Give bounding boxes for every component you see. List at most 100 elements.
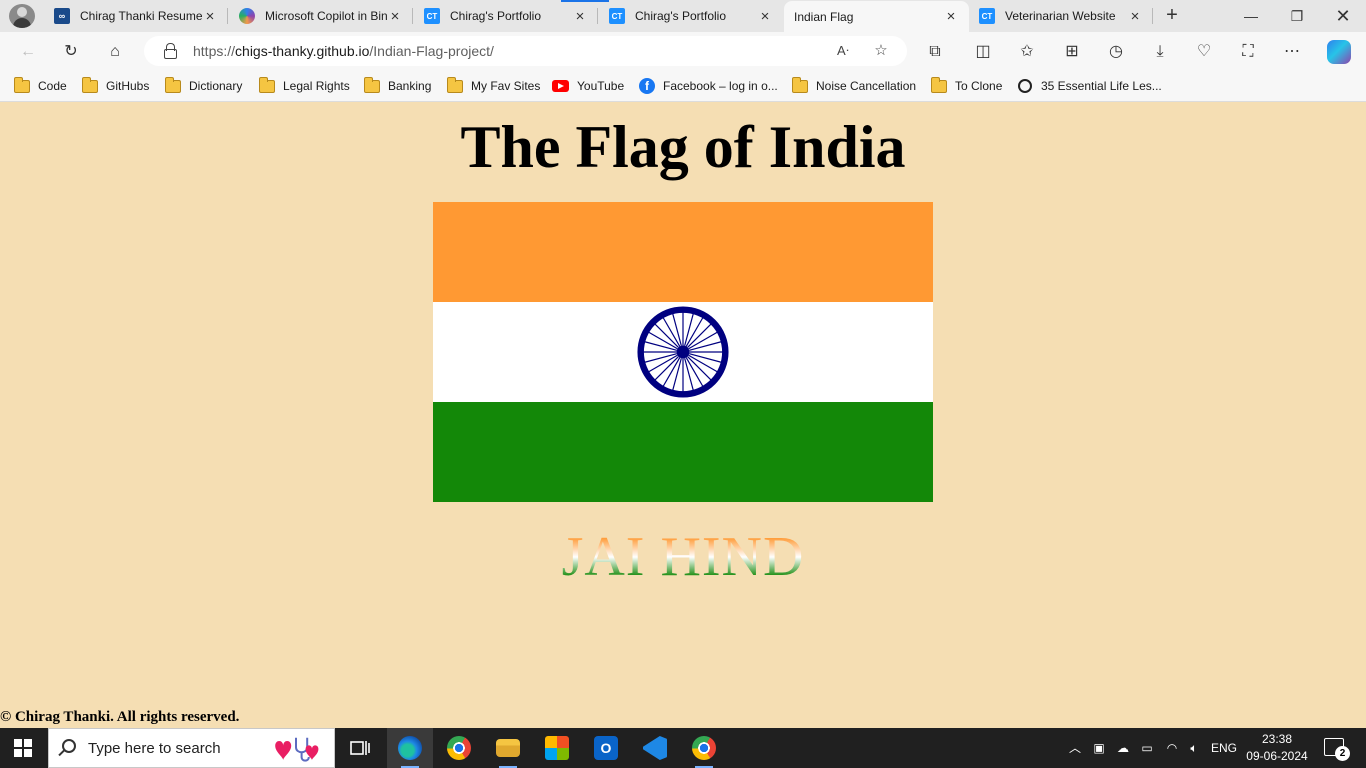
bookmark-to-clone[interactable]: To Clone xyxy=(931,76,1003,95)
address-url[interactable]: https://chigs-thanky.github.io/Indian-Fl… xyxy=(193,43,494,59)
folder-icon xyxy=(165,76,181,93)
taskbar-file-explorer[interactable] xyxy=(485,728,531,768)
bookmark-my-fav-sites[interactable]: My Fav Sites xyxy=(447,76,540,95)
bookmark-githubs[interactable]: GitHubs xyxy=(82,76,150,95)
show-hidden-icons-chevron-icon[interactable]: ︿ xyxy=(1066,728,1084,768)
volume-icon[interactable]: 🔈︎ xyxy=(1185,728,1203,768)
favorites-icon[interactable]: ✩ xyxy=(1016,41,1038,63)
close-icon[interactable]: × xyxy=(387,8,403,25)
notification-center-icon[interactable]: 2 xyxy=(1324,738,1350,761)
read-aloud-icon[interactable]: Aᐧ xyxy=(832,40,854,62)
bookmark-legal-rights[interactable]: Legal Rights xyxy=(259,76,350,95)
collections-icon[interactable]: ⊞ xyxy=(1061,41,1083,63)
home-icon[interactable]: ⌂ xyxy=(104,41,126,63)
taskbar-outlook[interactable]: O xyxy=(583,728,629,768)
minimize-button[interactable]: — xyxy=(1228,0,1274,32)
health-stethoscope-icon xyxy=(275,737,319,762)
copilot-icon[interactable] xyxy=(1327,40,1351,64)
tab-title: Chirag Thanki Resume xyxy=(80,9,202,23)
bookmark-youtube[interactable]: YouTube xyxy=(552,77,624,95)
tab-title: Chirag's Portfolio xyxy=(450,9,541,23)
taskbar-search-box[interactable]: Type here to search xyxy=(48,728,335,768)
chakra-spoke xyxy=(687,323,712,348)
chakra-spoke xyxy=(687,356,712,381)
split-screen-icon[interactable]: ◫ xyxy=(972,41,994,63)
store-icon xyxy=(545,736,569,760)
jai-hind-motto: JAI HIND xyxy=(0,522,1366,592)
browser-toolbar: ← ↻ ⌂ https://chigs-thanky.github.io/Ind… xyxy=(0,32,1366,70)
bookmark-label: To Clone xyxy=(955,79,1003,93)
flag-saffron-stripe xyxy=(433,202,933,302)
infinity-icon: ∞ xyxy=(54,8,70,24)
taskbar-store[interactable] xyxy=(534,728,580,768)
taskbar-chrome-2[interactable] xyxy=(681,728,727,768)
url-path: /Indian-Flag-project/ xyxy=(369,43,494,59)
tab-resume[interactable]: ∞ Chirag Thanki Resume × xyxy=(44,0,228,32)
folder-icon xyxy=(931,76,947,93)
screenshot-icon[interactable]: ⛶ xyxy=(1237,41,1259,63)
address-bar[interactable]: https://chigs-thanky.github.io/Indian-Fl… xyxy=(144,36,907,66)
bookmark-noise-cancellation[interactable]: Noise Cancellation xyxy=(792,76,917,95)
tab-portfolio-1[interactable]: CT Chirag's Portfolio × xyxy=(414,0,598,32)
extensions-icon[interactable]: ⧉ xyxy=(924,41,946,63)
language-indicator[interactable]: ENG xyxy=(1208,728,1240,768)
close-window-button[interactable]: ✕ xyxy=(1320,0,1366,32)
close-icon[interactable]: × xyxy=(943,8,959,25)
close-icon[interactable]: × xyxy=(757,8,773,25)
bookmark-label: GitHubs xyxy=(106,79,150,93)
clock-date: 09-06-2024 xyxy=(1246,749,1308,763)
bookmark-code[interactable]: Code xyxy=(14,76,67,95)
bookmark-label: Noise Cancellation xyxy=(816,79,917,93)
copyright-footer: © Chirag Thanki. All rights reserved. xyxy=(0,709,240,725)
profile-avatar[interactable] xyxy=(9,4,35,28)
bookmark-banking[interactable]: Banking xyxy=(364,76,431,95)
bookmark-facebook[interactable]: f Facebook – log in o... xyxy=(639,77,778,95)
taskbar-edge[interactable] xyxy=(387,728,433,768)
folder-icon xyxy=(82,76,98,93)
more-menu-icon[interactable]: ⋯ xyxy=(1281,41,1303,63)
battery-icon[interactable]: ▭ xyxy=(1138,728,1156,768)
tab-veterinarian[interactable]: CT Veterinarian Website × xyxy=(969,0,1153,32)
history-icon[interactable]: ◷ xyxy=(1105,41,1127,63)
task-view-button[interactable] xyxy=(337,728,383,768)
close-icon[interactable]: × xyxy=(1127,8,1143,25)
downloads-icon[interactable]: ⤓ xyxy=(1149,41,1171,63)
onedrive-cloud-icon[interactable]: ☁ xyxy=(1113,728,1133,768)
ashoka-chakra-icon xyxy=(637,306,729,398)
bookmark-label: Facebook – log in o... xyxy=(663,79,778,93)
folder-icon xyxy=(447,76,463,93)
folder-icon xyxy=(14,76,30,93)
meet-now-icon[interactable]: ▣ xyxy=(1090,728,1108,768)
refresh-icon[interactable]: ↻ xyxy=(60,41,82,63)
bookmark-dictionary[interactable]: Dictionary xyxy=(165,76,242,95)
close-icon[interactable]: × xyxy=(202,8,218,25)
taskbar-chrome[interactable] xyxy=(436,728,482,768)
back-arrow-icon[interactable]: ← xyxy=(17,41,39,63)
restore-button[interactable]: ❐ xyxy=(1274,0,1320,32)
lock-icon[interactable] xyxy=(162,42,178,59)
wifi-icon[interactable]: ◠ xyxy=(1162,728,1182,768)
bookmarks-bar: Code GitHubs Dictionary Legal Rights Ban… xyxy=(0,70,1366,102)
favorite-star-icon[interactable]: ☆ xyxy=(870,40,892,62)
folder-icon xyxy=(792,76,808,93)
taskbar-clock[interactable]: 23:38 09-06-2024 xyxy=(1244,731,1310,765)
new-tab-button[interactable]: + xyxy=(1161,4,1183,28)
close-icon[interactable]: × xyxy=(572,8,588,25)
tab-indian-flag[interactable]: Indian Flag × xyxy=(784,1,969,117)
tab-strip: ∞ Chirag Thanki Resume × Microsoft Copil… xyxy=(0,0,1366,117)
chrome-icon xyxy=(692,736,716,760)
performance-heart-icon[interactable]: ♡ xyxy=(1193,41,1215,63)
tab-copilot[interactable]: Microsoft Copilot in Bing × xyxy=(229,0,413,32)
taskbar-vscode[interactable] xyxy=(632,728,678,768)
url-scheme: https:// xyxy=(193,43,236,59)
search-placeholder: Type here to search xyxy=(88,740,221,757)
tab-title: Indian Flag xyxy=(794,9,854,24)
flag-white-stripe xyxy=(433,302,933,402)
windows-start-icon[interactable] xyxy=(14,739,32,757)
clock-time: 23:38 xyxy=(1261,732,1293,746)
bookmark-life-lessons[interactable]: 35 Essential Life Les... xyxy=(1018,77,1162,95)
tab-portfolio-2[interactable]: CT Chirag's Portfolio × xyxy=(599,0,783,32)
tab-title: Chirag's Portfolio xyxy=(635,9,726,23)
folder-icon xyxy=(364,76,380,93)
ct-icon: CT xyxy=(979,8,995,24)
